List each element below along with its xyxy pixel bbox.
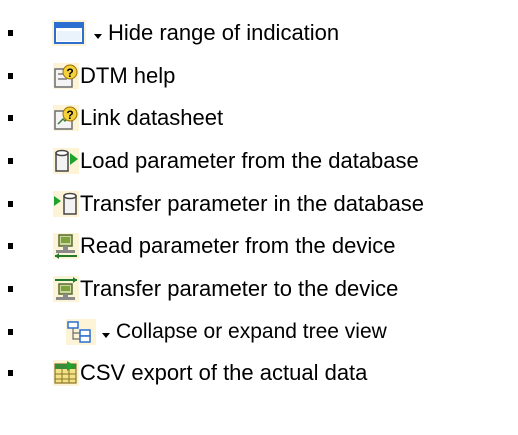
database-transfer-icon[interactable] bbox=[53, 191, 79, 217]
chevron-down-icon[interactable] bbox=[94, 27, 102, 39]
database-load-icon[interactable] bbox=[53, 148, 79, 174]
item-label: Hide range of indication bbox=[108, 20, 340, 45]
bullet bbox=[8, 73, 13, 79]
item-label: Collapse or expand tree view bbox=[116, 320, 387, 343]
list-item: Transfer parameter in the database bbox=[0, 183, 518, 227]
bullet bbox=[8, 286, 13, 292]
item-label: Link datasheet bbox=[80, 105, 224, 130]
bullet bbox=[8, 30, 13, 36]
tree-view-icon[interactable] bbox=[66, 319, 96, 345]
bullet bbox=[8, 158, 13, 164]
list-item: Transfer parameter to the device bbox=[0, 268, 518, 312]
bullet bbox=[8, 329, 13, 335]
list-item: ? DTM help bbox=[0, 55, 518, 99]
bullet bbox=[8, 201, 13, 207]
item-label: Load parameter from the database bbox=[80, 148, 419, 173]
item-label: Transfer parameter to the device bbox=[80, 276, 399, 301]
bullet bbox=[8, 243, 13, 249]
item-label: Transfer parameter in the database bbox=[80, 191, 425, 216]
list-item: Load parameter from the database bbox=[0, 140, 518, 184]
list-item: Hide range of indication bbox=[0, 12, 518, 56]
svg-text:?: ? bbox=[66, 66, 73, 80]
item-label: Read parameter from the device bbox=[80, 233, 396, 258]
csv-export-icon[interactable] bbox=[53, 360, 79, 386]
svg-text:?: ? bbox=[66, 108, 73, 122]
list-item: ? Link datasheet bbox=[0, 97, 518, 141]
window-range-icon[interactable] bbox=[52, 20, 86, 46]
bullet bbox=[8, 115, 13, 121]
help-document-icon[interactable]: ? bbox=[53, 63, 79, 89]
link-datasheet-icon[interactable]: ? bbox=[53, 105, 79, 131]
item-label: DTM help bbox=[80, 63, 176, 88]
chevron-down-icon[interactable] bbox=[102, 326, 110, 338]
list-item: Read parameter from the device bbox=[0, 225, 518, 269]
bullet bbox=[8, 370, 13, 376]
device-transfer-icon[interactable] bbox=[53, 276, 79, 302]
device-read-icon[interactable] bbox=[53, 233, 79, 259]
item-label: CSV export of the actual data bbox=[80, 360, 368, 385]
list-item: CSV export of the actual data bbox=[0, 352, 518, 396]
list-item: Collapse or expand tree view bbox=[0, 311, 518, 355]
